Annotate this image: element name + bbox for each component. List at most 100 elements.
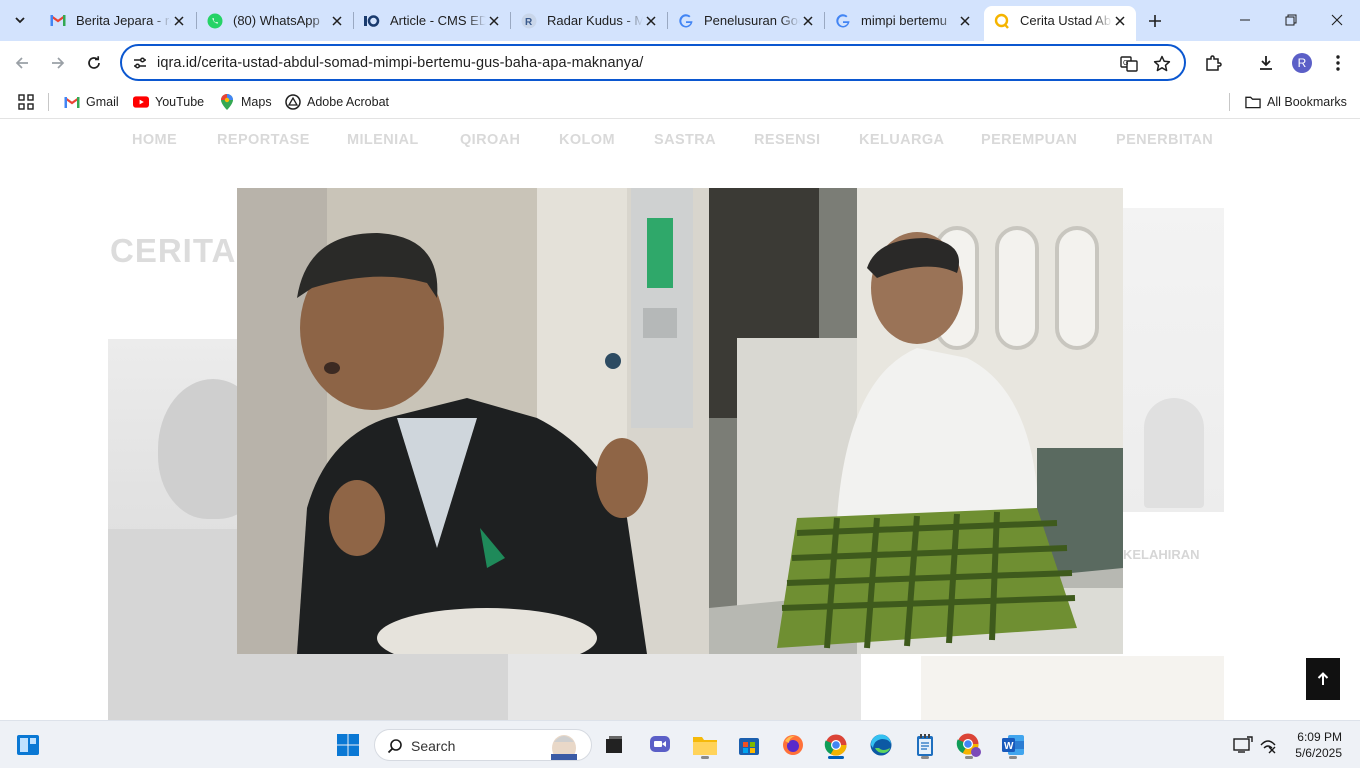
downloads-button[interactable]: [1252, 49, 1280, 77]
word-icon: W: [1002, 735, 1024, 755]
nav-resensi[interactable]: RESENSI: [754, 132, 820, 148]
taskbar-edge[interactable]: [865, 729, 897, 761]
running-indicator: [1009, 756, 1017, 759]
chrome-icon: [824, 734, 847, 756]
bookmark-label: Gmail: [86, 95, 119, 109]
article-title: CERITA: [110, 232, 237, 269]
taskbar-file-explorer[interactable]: [689, 729, 721, 761]
arrow-up-icon: [1317, 672, 1329, 685]
nav-keluarga[interactable]: KELUARGA: [859, 132, 944, 148]
chrome-icon: [956, 733, 981, 757]
chat-icon: [650, 736, 670, 752]
taskbar-store[interactable]: [733, 729, 765, 761]
scroll-to-top-button[interactable]: [1306, 658, 1340, 700]
nav-penerbitan[interactable]: PENERBITAN: [1116, 132, 1213, 148]
new-tab-button[interactable]: [1142, 8, 1168, 34]
tab-mimpi-bertemu[interactable]: mimpi bertemu: [825, 6, 981, 35]
site-info-icon[interactable]: [131, 54, 149, 72]
tab-berita-jepara[interactable]: Berita Jepara - re: [40, 6, 195, 35]
close-icon[interactable]: [643, 13, 659, 29]
taskbar-search[interactable]: Search: [374, 729, 592, 761]
network-offline-icon: [1260, 740, 1276, 754]
taskbar-teams[interactable]: [644, 729, 676, 761]
apps-button[interactable]: [18, 92, 34, 112]
restore-button[interactable]: [1268, 0, 1314, 40]
nav-perempuan[interactable]: PEREMPUAN: [981, 132, 1077, 148]
google-icon: [678, 13, 694, 29]
bookmark-gmail[interactable]: Gmail: [64, 92, 119, 112]
maps-icon: [219, 94, 235, 110]
nav-kolom[interactable]: KOLOM: [559, 132, 615, 148]
clock-date: 5/6/2025: [1295, 746, 1342, 760]
sidebar-caption[interactable]: KELAHIRAN: [1123, 547, 1200, 562]
display-icon: [1233, 736, 1253, 753]
gmail-icon: [64, 94, 80, 110]
acrobat-icon: [285, 94, 301, 110]
bookmark-youtube[interactable]: YouTube: [133, 92, 204, 112]
extensions-button[interactable]: [1199, 49, 1227, 77]
nav-qiroah[interactable]: QIROAH: [460, 132, 520, 148]
sidebar-thumbnail[interactable]: [921, 656, 1224, 720]
nav-milenial[interactable]: MILENIAL: [347, 132, 419, 148]
tab-cerita-ustad[interactable]: Cerita Ustad Ab: [984, 6, 1136, 41]
close-icon[interactable]: [800, 13, 816, 29]
close-icon[interactable]: [329, 13, 345, 29]
close-icon[interactable]: [171, 13, 187, 29]
address-bar[interactable]: iqra.id/cerita-ustad-abdul-somad-mimpi-b…: [120, 44, 1186, 81]
tab-article-cms[interactable]: Article - CMS ED: [354, 6, 510, 35]
task-view-icon: [606, 736, 622, 753]
youtube-icon: [133, 94, 149, 110]
gmail-icon: [50, 13, 66, 29]
start-button[interactable]: [332, 729, 364, 761]
bookmark-separator: [1229, 93, 1230, 111]
bookmark-maps[interactable]: Maps: [219, 92, 272, 112]
tab-whatsapp[interactable]: (80) WhatsApp: [197, 6, 353, 35]
tray-network-button[interactable]: [1252, 729, 1284, 761]
tab-radar-kudus[interactable]: R Radar Kudus - M: [511, 6, 667, 35]
iqra-icon: [994, 13, 1010, 29]
nav-reportase[interactable]: REPORTASE: [217, 132, 310, 148]
taskbar-notepad[interactable]: [909, 729, 941, 761]
back-button[interactable]: [7, 48, 37, 78]
running-indicator: [701, 756, 709, 759]
close-window-button[interactable]: [1314, 0, 1360, 40]
firefox-icon: [783, 735, 803, 755]
site-nav: HOME REPORTASE MILENIAL QIROAH KOLOM SAS…: [0, 132, 1360, 152]
close-icon[interactable]: [957, 13, 973, 29]
tab-title: (80) WhatsApp: [233, 13, 320, 28]
system-clock[interactable]: 6:09 PM 5/6/2025: [1295, 729, 1342, 761]
close-icon: [1331, 14, 1343, 26]
tab-penelusuran-google[interactable]: Penelusuran Goo: [668, 6, 824, 35]
svg-text:G: G: [1123, 60, 1128, 67]
taskbar-firefox[interactable]: [777, 729, 809, 761]
puzzle-icon: [1206, 55, 1222, 71]
tab-search-dropdown[interactable]: [6, 6, 34, 34]
menu-button[interactable]: [1324, 49, 1352, 77]
arrow-left-icon: [15, 57, 28, 69]
close-icon[interactable]: [1112, 13, 1128, 29]
lightbox-image[interactable]: [237, 188, 1123, 654]
close-icon[interactable]: [486, 13, 502, 29]
taskbar-word[interactable]: W: [997, 729, 1029, 761]
sidebar-thumbnail[interactable]: [1122, 208, 1224, 512]
nav-sastra[interactable]: SASTRA: [654, 132, 716, 148]
taskbar-chrome-profile[interactable]: [953, 729, 985, 761]
minimize-button[interactable]: [1222, 0, 1268, 40]
widgets-button[interactable]: [12, 729, 44, 761]
url-text[interactable]: iqra.id/cerita-ustad-abdul-somad-mimpi-b…: [157, 55, 643, 71]
profile-button[interactable]: R: [1288, 49, 1316, 77]
taskbar-chrome[interactable]: [820, 729, 852, 761]
taskbar-task-view[interactable]: [598, 729, 630, 761]
web-page: HOME REPORTASE MILENIAL QIROAH KOLOM SAS…: [0, 120, 1360, 720]
store-icon: [739, 738, 759, 755]
plus-icon: [1149, 15, 1161, 27]
tab-title: mimpi bertemu: [861, 13, 947, 28]
all-bookmarks-button[interactable]: All Bookmarks: [1245, 92, 1347, 112]
forward-button[interactable]: [43, 48, 73, 78]
star-icon[interactable]: [1151, 53, 1173, 75]
tab-title: Article - CMS ED: [390, 13, 486, 28]
translate-icon[interactable]: G: [1118, 53, 1140, 75]
reload-button[interactable]: [79, 48, 109, 78]
nav-home[interactable]: HOME: [132, 132, 177, 148]
bookmark-adobe-acrobat[interactable]: Adobe Acrobat: [285, 92, 389, 112]
